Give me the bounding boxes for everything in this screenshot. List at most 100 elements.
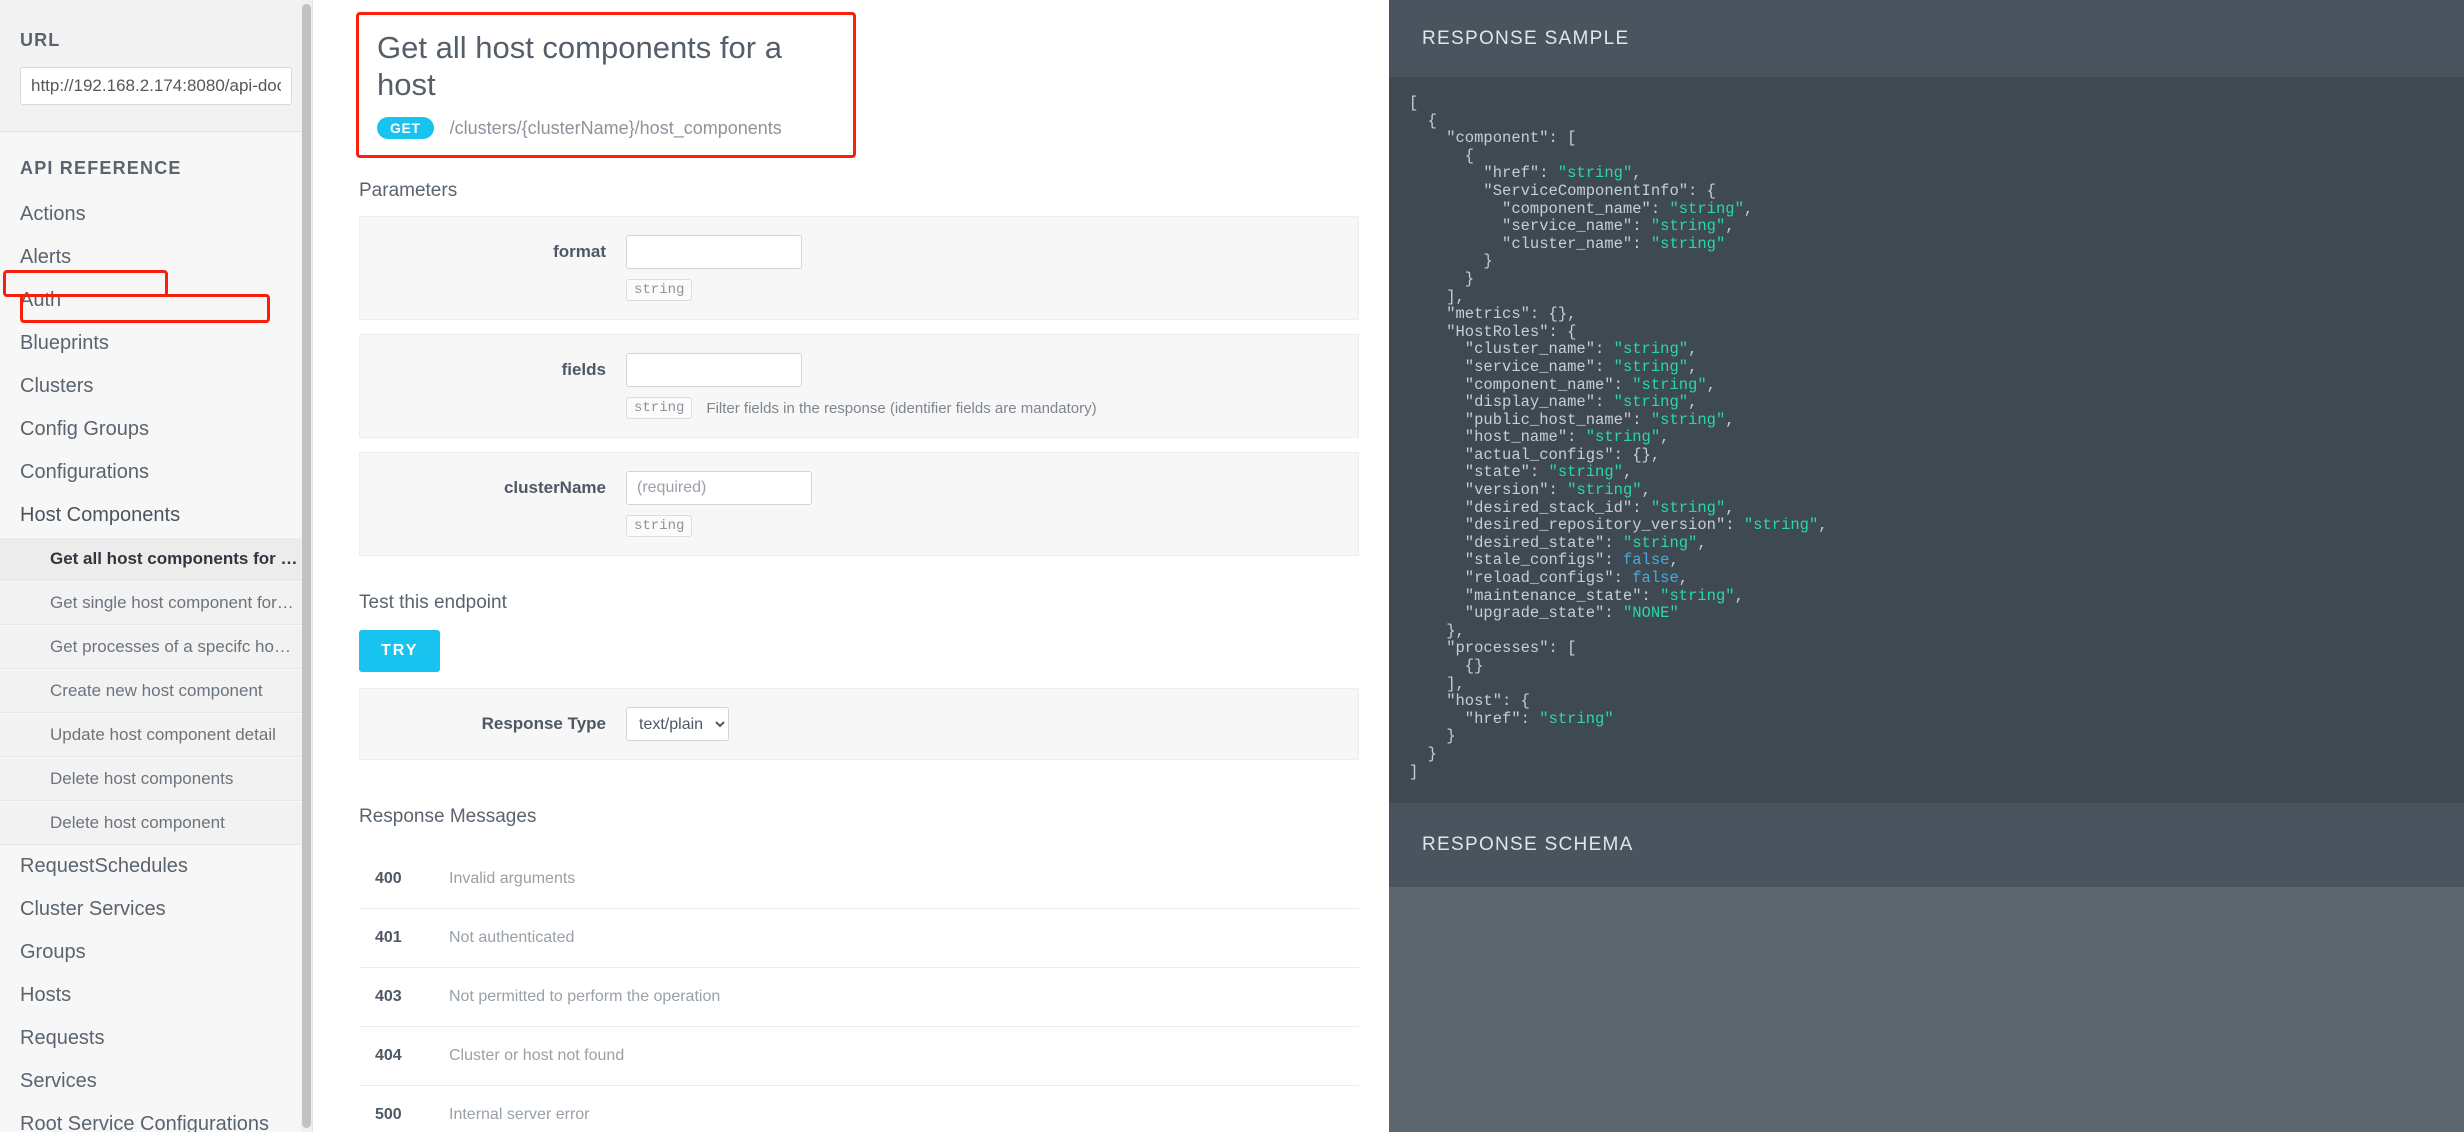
sidebar-item-label: Hosts xyxy=(20,984,72,1006)
sidebar-subitem-get-all-host-components[interactable]: Get all host components for a ... xyxy=(0,537,312,581)
sidebar-subitem-create-host-component[interactable]: Create new host component xyxy=(0,669,312,713)
sidebar-subitem-label: Delete host component xyxy=(50,813,225,832)
api-reference-label: API REFERENCE xyxy=(20,158,182,178)
api-docs-page: URL API REFERENCE Actions Alerts Auth Bl… xyxy=(0,0,2464,1132)
sidebar-item-label: Alerts xyxy=(20,246,72,268)
parameter-card-clustername: clusterName string xyxy=(359,452,1359,557)
parameter-label: clusterName xyxy=(503,478,606,498)
endpoint-signature: GET /clusters/{clusterName}/host_compone… xyxy=(377,117,835,140)
parameter-type-chip: string xyxy=(626,397,693,420)
parameter-input-format[interactable] xyxy=(626,235,802,270)
sidebar-subitem-label: Get processes of a specifc host co... xyxy=(50,637,312,656)
sidebar-item-label: Config Groups xyxy=(20,418,149,440)
sidebar-scrollbar-track[interactable] xyxy=(301,0,312,1132)
page-title: Get all host components for a host xyxy=(377,30,782,103)
parameter-label: format xyxy=(553,242,606,262)
sidebar-item-label: Clusters xyxy=(20,375,94,397)
response-sample-title: RESPONSE SAMPLE xyxy=(1422,27,1630,49)
response-sample-json: [ { "component": [ { "href": "string", "… xyxy=(1409,94,1828,781)
sidebar-item-label: Host Components xyxy=(20,504,181,526)
response-message: Invalid arguments xyxy=(415,850,1359,910)
sidebar-item-auth[interactable]: Auth xyxy=(0,279,312,322)
sidebar-item-groups[interactable]: Groups xyxy=(0,931,312,974)
sidebar-subitem-label: Create new host component xyxy=(50,681,263,700)
sidebar-subitem-label: Get single host component for a host xyxy=(50,593,312,612)
test-endpoint-heading: Test this endpoint xyxy=(359,592,507,614)
sidebar-subitem-label: Get all host components for a ... xyxy=(50,549,309,568)
try-button[interactable]: TRY xyxy=(359,630,441,673)
sidebar-item-configurations[interactable]: Configurations xyxy=(0,451,312,494)
sidebar-subitem-label: Update host component detail xyxy=(50,725,276,744)
sidebar-item-label: RequestSchedules xyxy=(20,855,188,877)
sidebar-item-label: Groups xyxy=(20,941,86,963)
url-label: URL xyxy=(20,30,61,50)
nav-list-bottom: RequestSchedules Cluster Services Groups… xyxy=(0,845,312,1132)
response-message: Not authenticated xyxy=(415,908,1359,969)
response-code: 403 xyxy=(359,967,415,1028)
response-schema-body xyxy=(1389,887,2464,1132)
response-messages-table: 400 Invalid arguments 401 Not authentica… xyxy=(359,850,1359,1132)
url-section: URL xyxy=(0,0,312,132)
table-row: 404 Cluster or host not found xyxy=(359,1026,1359,1087)
sidebar-subitem-delete-host-component[interactable]: Delete host component xyxy=(0,801,312,845)
sidebar-item-alerts[interactable]: Alerts xyxy=(0,236,312,279)
sidebar-item-label: Configurations xyxy=(20,461,149,483)
sidebar-item-label: Services xyxy=(20,1070,97,1092)
right-panel: RESPONSE SAMPLE [ { "component": [ { "hr… xyxy=(1389,0,2464,1132)
response-code: 400 xyxy=(359,850,415,910)
response-message: Cluster or host not found xyxy=(415,1026,1359,1087)
sidebar-item-host-components[interactable]: Host Components xyxy=(0,494,312,537)
sidebar-item-config-groups[interactable]: Config Groups xyxy=(0,408,312,451)
parameter-card-format: format string xyxy=(359,216,1359,321)
sidebar-subitem-get-single-host-component[interactable]: Get single host component for a host xyxy=(0,581,312,625)
endpoint-path: /clusters/{clusterName}/host_components xyxy=(449,117,782,138)
response-schema-title: RESPONSE SCHEMA xyxy=(1422,834,1634,856)
parameter-input-clustername[interactable] xyxy=(626,471,812,506)
sidebar-subitem-delete-host-components[interactable]: Delete host components xyxy=(0,757,312,801)
table-row: 500 Internal server error xyxy=(359,1086,1359,1132)
nav-list-top: Actions Alerts Auth Blueprints Clusters … xyxy=(0,193,312,537)
http-verb-badge: GET xyxy=(377,117,434,140)
sidebar-subitem-update-host-component[interactable]: Update host component detail xyxy=(0,713,312,757)
sidebar-scrollbar-thumb[interactable] xyxy=(302,4,311,1128)
response-type-select[interactable]: text/plain xyxy=(626,707,729,742)
response-code: 401 xyxy=(359,908,415,969)
sidebar-item-requestschedules[interactable]: RequestSchedules xyxy=(0,845,312,888)
parameters-heading: Parameters xyxy=(359,180,458,202)
response-messages-heading: Response Messages xyxy=(359,806,537,828)
parameter-input-fields[interactable] xyxy=(626,353,802,388)
sidebar-item-cluster-services[interactable]: Cluster Services xyxy=(0,888,312,931)
response-schema-header: RESPONSE SCHEMA xyxy=(1389,803,2464,888)
sidebar-item-actions[interactable]: Actions xyxy=(0,193,312,236)
sidebar-item-label: Auth xyxy=(20,289,62,311)
response-type-label: Response Type xyxy=(481,714,606,734)
sidebar: URL API REFERENCE Actions Alerts Auth Bl… xyxy=(0,0,313,1132)
sidebar-item-root-service-configurations[interactable]: Root Service Configurations xyxy=(0,1103,312,1132)
sidebar-item-label: Actions xyxy=(20,203,86,225)
sidebar-item-blueprints[interactable]: Blueprints xyxy=(0,322,312,365)
url-input[interactable] xyxy=(20,67,292,105)
table-row: 401 Not authenticated xyxy=(359,908,1359,969)
table-row: 400 Invalid arguments xyxy=(359,850,1359,910)
sidebar-item-label: Cluster Services xyxy=(20,898,166,920)
table-row: 403 Not permitted to perform the operati… xyxy=(359,967,1359,1028)
response-code: 500 xyxy=(375,1106,402,1124)
response-code: 404 xyxy=(359,1026,415,1087)
sidebar-item-hosts[interactable]: Hosts xyxy=(0,974,312,1017)
sidebar-sublist-host-components: Get all host components for a ... Get si… xyxy=(0,537,312,845)
parameter-label: fields xyxy=(561,360,606,380)
sidebar-item-requests[interactable]: Requests xyxy=(0,1017,312,1060)
sidebar-subitem-label: Delete host components xyxy=(50,769,234,788)
sidebar-item-services[interactable]: Services xyxy=(0,1060,312,1103)
sidebar-subitem-get-processes[interactable]: Get processes of a specifc host co... xyxy=(0,625,312,669)
response-message: Not permitted to perform the operation xyxy=(415,967,1359,1028)
sidebar-item-clusters[interactable]: Clusters xyxy=(0,365,312,408)
parameter-description: Filter fields in the response (identifie… xyxy=(706,399,1097,417)
parameter-card-fields: fields string Filter fields in the respo… xyxy=(359,334,1359,439)
main-content: Get all host components for a host GET /… xyxy=(313,0,1389,1132)
parameter-type-chip: string xyxy=(626,279,693,302)
sidebar-item-label: Blueprints xyxy=(20,332,109,354)
endpoint-header: Get all host components for a host GET /… xyxy=(356,12,856,159)
response-message: Internal server error xyxy=(449,1106,590,1124)
sidebar-item-label: Requests xyxy=(20,1027,105,1049)
